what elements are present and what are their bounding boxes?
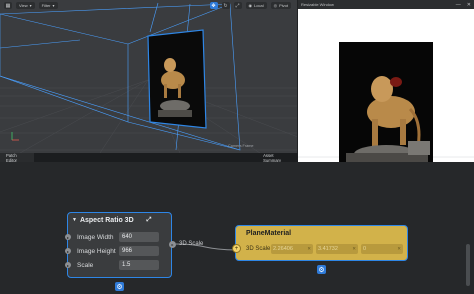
expand-icon[interactable]: ⤢ [147,217,152,224]
filter-menu-button[interactable]: Filter ▾ [38,2,58,9]
image-height-input[interactable]: 966 [119,246,159,256]
local-icon: ◉ [248,3,253,8]
plane-material-node[interactable]: PlaneMaterial + 3D Scale 2.26406 ✕ 3.4173… [232,225,409,261]
gear-icon[interactable]: ⚙ [115,282,124,291]
x-icon: ✕ [352,245,356,251]
pivot-icon: ◎ [273,3,278,8]
value-text: 0 [363,245,367,252]
field-label: Image Height [77,247,116,255]
gear-icon[interactable]: ⚙ [317,265,326,274]
aspect-ratio-node[interactable]: ▼ Aspect Ratio 3D ⤢ ▸ Image Width 640 ▸ … [65,212,173,278]
input-port[interactable]: + [232,244,241,253]
output-port[interactable]: ▸ [169,241,176,248]
x-icon: ✕ [397,245,401,251]
value-text: 2.26406 [273,245,293,252]
field-3d-scale: + 3D Scale 2.26406 ✕ 3.41732 ✕ 0 ✕ [232,242,409,255]
node-header[interactable]: ▼ Aspect Ratio 3D ⤢ [68,213,171,227]
field-label: Scale [77,261,94,269]
collapse-icon[interactable]: ▼ [72,217,77,223]
chevron-down-icon: ▾ [52,3,55,8]
node-title: PlaneMaterial [246,229,292,237]
field-label: 3D Scale [246,245,271,252]
pivot-button[interactable]: ◎ Pivot [270,2,291,9]
local-space-button[interactable]: ◉ Local [245,2,267,9]
field-scale: ▸ Scale 1.5 [65,259,173,271]
input-port[interactable]: ▸ [65,234,71,240]
input-port[interactable]: ▸ [65,262,71,268]
chevron-down-icon: ▾ [29,3,32,8]
rotate-tool-icon[interactable]: ↻ [221,2,230,9]
view-label: View [19,3,28,8]
scale-x-value[interactable]: 2.26406 ✕ [271,243,313,254]
grid-icon[interactable]: ▦ [4,2,12,9]
pivot-label: Pivot [279,3,288,8]
image-width-input[interactable]: 640 [119,232,159,242]
value-text: 3.41732 [318,245,338,252]
output-label: 3D Scale [179,241,204,247]
move-tool-icon[interactable]: ✥ [209,2,218,9]
scale-tool-icon[interactable]: ⤢ [233,2,242,9]
field-label: Image Width [77,233,114,241]
scale-z-value[interactable]: 0 ✕ [361,243,403,254]
field-image-height: ▸ Image Height 966 [65,245,173,257]
scale-y-value[interactable]: 3.41732 ✕ [316,243,358,254]
camera-frame-label: Camera Frame [228,144,254,148]
scale-input[interactable]: 1.5 [119,260,159,270]
field-image-width: ▸ Image Width 640 [65,231,173,243]
local-label: Local [254,3,264,8]
filter-label: Filter [41,3,51,8]
viewport-toolbar: ▦ View ▾ Filter ▾ ✥ ↻ ⤢ ◉ Local ◎ Pivot [0,0,297,11]
view-menu-button[interactable]: View ▾ [16,2,35,9]
node-title: Aspect Ratio 3D [79,216,134,224]
input-port[interactable]: ▸ [65,248,71,254]
x-icon: ✕ [307,245,311,251]
